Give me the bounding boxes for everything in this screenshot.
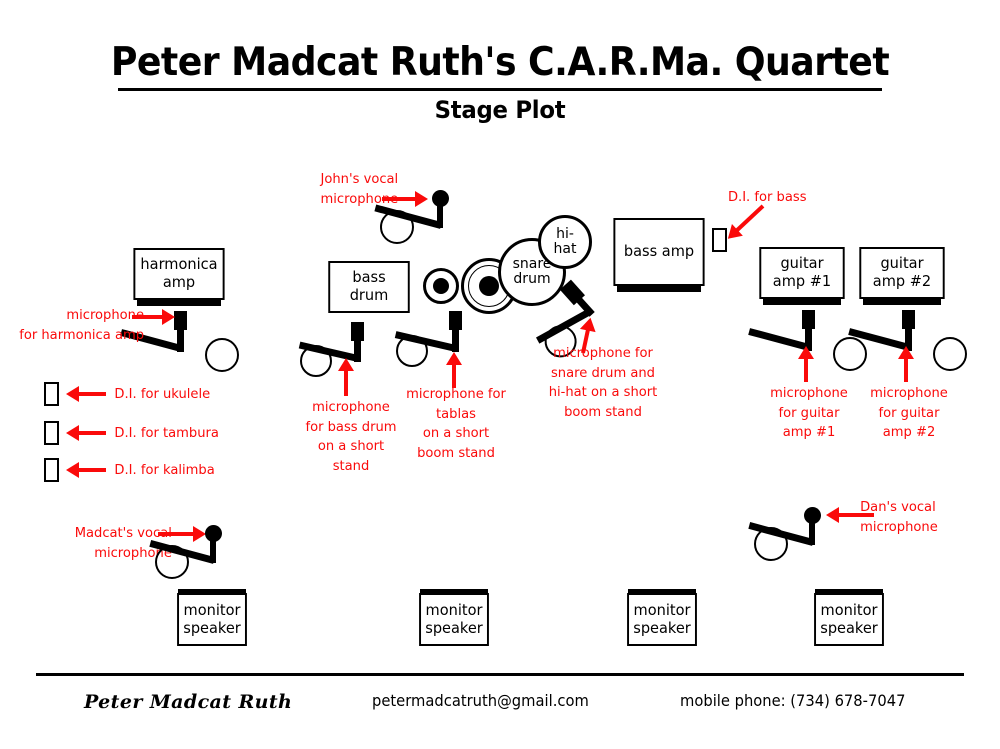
mic-stand-base-icon bbox=[205, 338, 239, 372]
bass-amp-base bbox=[617, 286, 701, 292]
equipment-bass-drum: bass drum bbox=[328, 261, 410, 313]
page-title: Peter Madcat Ruth's C.A.R.Ma. Quartet bbox=[110, 40, 890, 85]
footer-divider bbox=[36, 673, 964, 676]
bass-amp-label: bass amp bbox=[623, 242, 695, 261]
guitar-amp-2-label: guitar amp #2 bbox=[872, 254, 932, 290]
note-di-tambura: D.I. for tambura bbox=[114, 425, 219, 441]
harmonica-amp-base bbox=[137, 300, 221, 306]
mic-stand-base-icon bbox=[300, 345, 332, 377]
arrow-mic-guitar-amp-1 bbox=[798, 346, 814, 382]
equipment-harmonica-amp: harmonica amp bbox=[133, 248, 225, 300]
guitar-amp-2-base bbox=[863, 299, 941, 305]
footer-contact-name: Peter Madcat Ruth bbox=[84, 691, 293, 713]
mic-stand-base-icon bbox=[933, 337, 967, 371]
arrow-mic-harmonica-amp bbox=[132, 309, 175, 325]
mic-stand-base-icon bbox=[396, 335, 428, 367]
mic-stand-base-icon bbox=[380, 210, 414, 244]
hi-hat-label: hi- hat bbox=[553, 225, 577, 257]
note-di-ukulele: D.I. for ukulele bbox=[114, 386, 211, 402]
mic-stand-base-icon bbox=[754, 527, 788, 561]
arrow-mic-tablas bbox=[446, 352, 462, 388]
equipment-monitor-2: monitor speaker bbox=[419, 593, 489, 646]
arrow-di-tambura bbox=[66, 425, 106, 441]
arrow-john-vocal-mic bbox=[382, 191, 428, 207]
monitor-4-label: monitor speaker bbox=[820, 600, 878, 637]
di-box-ukulele bbox=[44, 382, 59, 406]
equipment-hi-hat: hi- hat bbox=[538, 215, 592, 269]
note-mic-guitar-amp-2: microphone for guitar amp #2 bbox=[870, 385, 948, 441]
note-mic-harmonica-amp: microphone for harmonica amp bbox=[19, 307, 145, 343]
page-subtitle: Stage Plot bbox=[434, 96, 566, 124]
di-box-tambura bbox=[44, 421, 59, 445]
di-box-kalimba bbox=[44, 458, 59, 482]
arrow-di-ukulele bbox=[66, 386, 106, 402]
tabla-small-center bbox=[433, 278, 449, 294]
equipment-guitar-amp-1: guitar amp #1 bbox=[759, 247, 845, 299]
equipment-monitor-3: monitor speaker bbox=[627, 593, 697, 646]
note-di-kalimba: D.I. for kalimba bbox=[114, 462, 215, 478]
mic-stand-base-icon bbox=[833, 337, 867, 371]
guitar-amp-1-label: guitar amp #1 bbox=[772, 254, 832, 290]
title-underline bbox=[118, 88, 882, 91]
equipment-bass-amp: bass amp bbox=[613, 218, 705, 286]
arrow-madcat-vocal-mic bbox=[158, 526, 206, 542]
equipment-monitor-4: monitor speaker bbox=[814, 593, 884, 646]
stage-plot-canvas: Peter Madcat Ruth's C.A.R.Ma. Quartet St… bbox=[0, 0, 1000, 749]
footer-contact-email: petermadcatruth@gmail.com bbox=[372, 691, 589, 710]
arrow-mic-bass-drum bbox=[338, 358, 354, 396]
equipment-monitor-1: monitor speaker bbox=[177, 593, 247, 646]
mic-stand-base-icon bbox=[155, 545, 189, 579]
monitor-3-label: monitor speaker bbox=[633, 600, 691, 637]
arrow-di-kalimba bbox=[66, 462, 106, 478]
monitor-1-label: monitor speaker bbox=[183, 600, 241, 637]
note-john-vocal-mic: John's vocal microphone bbox=[320, 171, 399, 207]
arrow-mic-guitar-amp-2 bbox=[898, 346, 914, 382]
monitor-2-label: monitor speaker bbox=[425, 600, 483, 637]
note-mic-snare-hihat: microphone for snare drum and hi-hat on … bbox=[548, 345, 658, 420]
note-di-bass: D.I. for bass bbox=[727, 189, 807, 205]
guitar-amp-1-base bbox=[763, 299, 841, 305]
footer-contact-phone: mobile phone: (734) 678-7047 bbox=[680, 691, 906, 710]
note-dan-vocal-mic: Dan's vocal microphone bbox=[860, 499, 938, 535]
bass-drum-label: bass drum bbox=[349, 268, 389, 304]
harmonica-amp-label: harmonica amp bbox=[140, 255, 218, 291]
note-mic-tablas: microphone for tablas on a short boom st… bbox=[406, 386, 506, 461]
tabla-large-center bbox=[479, 276, 499, 296]
equipment-guitar-amp-2: guitar amp #2 bbox=[859, 247, 945, 299]
